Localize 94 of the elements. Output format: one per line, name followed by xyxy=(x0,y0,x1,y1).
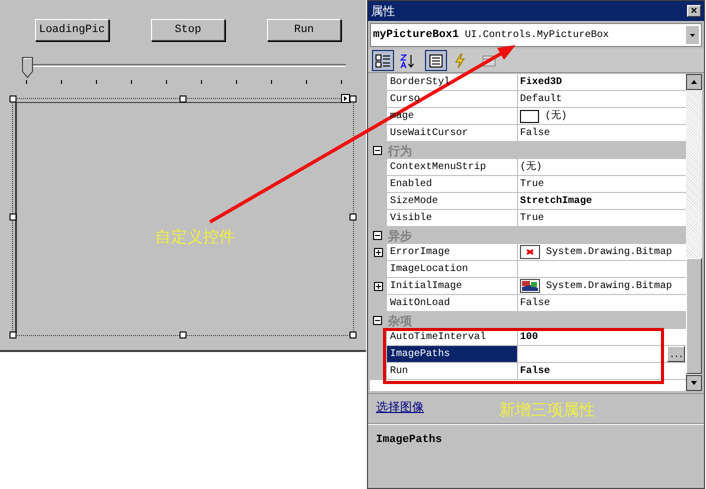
expand-icon[interactable] xyxy=(374,282,383,291)
resize-handle[interactable] xyxy=(10,332,16,338)
property-value: False xyxy=(520,296,550,310)
property-value: Default xyxy=(520,92,562,106)
tick-mark xyxy=(166,80,167,84)
property-name[interactable]: ImageLocation xyxy=(387,261,517,277)
property-name[interactable]: AutoTimeInterval xyxy=(387,329,517,345)
property-name[interactable]: UseWaitCursor xyxy=(387,125,517,141)
lightning-icon xyxy=(452,52,468,68)
sort-icon xyxy=(399,52,415,68)
slider-thumb[interactable] xyxy=(22,57,33,79)
ellipsis-button[interactable]: ... xyxy=(667,346,685,362)
tick-mark xyxy=(131,80,132,84)
resize-handle[interactable] xyxy=(180,332,186,338)
form-button[interactable]: Run xyxy=(267,19,341,41)
property-value-cell[interactable]: ... xyxy=(518,346,686,363)
tick-mark xyxy=(96,80,97,84)
image-swatch-icon xyxy=(520,110,539,122)
property-value: False xyxy=(520,364,550,378)
property-value: True xyxy=(520,178,544,192)
tick-mark xyxy=(271,80,272,84)
property-value-cell[interactable]: False xyxy=(518,295,686,312)
property-value-cell[interactable]: False xyxy=(518,363,686,380)
object-selector[interactable]: myPictureBox1 UI.Controls.MyPictureBox xyxy=(370,23,702,47)
scrollbar[interactable] xyxy=(686,74,702,391)
tick-mark xyxy=(341,80,342,84)
property-name[interactable]: ErrorImage xyxy=(387,244,517,260)
property-name[interactable]: ContextMenuStrip xyxy=(387,159,517,175)
category-label: 行为 xyxy=(388,142,412,160)
property-value: True xyxy=(520,212,544,226)
property-name[interactable]: SizeMode xyxy=(387,193,517,209)
expand-icon[interactable] xyxy=(374,248,383,257)
tick-mark xyxy=(26,80,27,84)
smart-tag-icon[interactable] xyxy=(341,94,350,103)
command-link[interactable]: 选择图像 xyxy=(376,398,424,416)
category-label: 杂项 xyxy=(388,312,412,330)
resize-handle[interactable] xyxy=(10,214,16,220)
error-image-icon xyxy=(520,245,540,259)
toolbar-button[interactable] xyxy=(372,50,394,71)
property-value-cell[interactable]: (无) xyxy=(518,159,686,176)
form-button[interactable]: LoadingPic xyxy=(35,19,109,41)
bitmap-image-icon xyxy=(520,279,540,293)
property-name[interactable]: Visible xyxy=(387,210,517,226)
description-title: ImagePaths xyxy=(376,434,442,446)
tick-mark xyxy=(236,80,237,84)
property-value: (无) xyxy=(545,109,568,124)
tick-mark xyxy=(306,80,307,84)
collapse-icon[interactable] xyxy=(373,316,382,325)
property-value: (无) xyxy=(520,160,542,174)
property-value-cell[interactable]: (无) xyxy=(518,108,686,125)
resize-handle[interactable] xyxy=(350,214,356,220)
property-name[interactable]: InitialImage xyxy=(387,278,517,294)
object-name: myPictureBox1 xyxy=(373,28,459,43)
property-value-cell[interactable]: False xyxy=(518,125,686,142)
resize-handle[interactable] xyxy=(350,332,356,338)
slider[interactable] xyxy=(22,57,346,79)
category-label: 异步 xyxy=(388,228,412,244)
collapse-icon[interactable] xyxy=(373,146,382,155)
property-value-cell[interactable]: Default xyxy=(518,91,686,108)
categorized-icon xyxy=(375,52,391,68)
property-value: StretchImage xyxy=(520,194,592,208)
property-name[interactable]: Curso xyxy=(387,91,517,107)
property-value-cell[interactable]: StretchImage xyxy=(518,193,686,210)
annotation-label: 自定义控件 xyxy=(155,226,235,248)
property-name[interactable]: Run xyxy=(387,363,517,379)
property-name[interactable]: ImagePaths xyxy=(387,346,517,362)
tick-mark xyxy=(201,80,202,84)
property-value-cell[interactable]: System.Drawing.Bitmap xyxy=(518,278,686,295)
property-value-cell[interactable]: System.Drawing.Bitmap xyxy=(518,244,686,261)
property-name[interactable]: Enabled xyxy=(387,176,517,192)
resize-handle[interactable] xyxy=(180,96,186,102)
form-button[interactable]: Stop xyxy=(151,19,225,41)
property-value: False xyxy=(520,126,550,140)
property-value: System.Drawing.Bitmap xyxy=(546,246,672,260)
property-value: System.Drawing.Bitmap xyxy=(546,280,672,294)
scroll-thumb[interactable] xyxy=(686,258,702,374)
property-value-cell[interactable]: True xyxy=(518,210,686,227)
annotation-label: 新增三项属性 xyxy=(499,399,595,421)
list-icon xyxy=(428,52,444,68)
property-name[interactable]: WaitOnLoad xyxy=(387,295,517,311)
scroll-up-icon[interactable] xyxy=(686,74,702,90)
window-title: 属性 xyxy=(371,3,395,20)
property-value: Fixed3D xyxy=(520,76,562,90)
object-type: UI.Controls.MyPictureBox xyxy=(464,28,609,42)
property-value: 100 xyxy=(520,330,538,344)
resize-handle[interactable] xyxy=(10,96,16,102)
toolbar-button[interactable] xyxy=(425,50,447,71)
scroll-down-icon[interactable] xyxy=(686,375,702,391)
close-button[interactable]: × xyxy=(687,5,701,17)
tick-mark xyxy=(61,80,62,84)
property-name[interactable]: BorderStyl xyxy=(387,74,517,90)
property-value-cell[interactable]: True xyxy=(518,176,686,193)
collapse-icon[interactable] xyxy=(373,231,382,240)
property-value-cell[interactable]: Fixed3D xyxy=(518,74,686,91)
